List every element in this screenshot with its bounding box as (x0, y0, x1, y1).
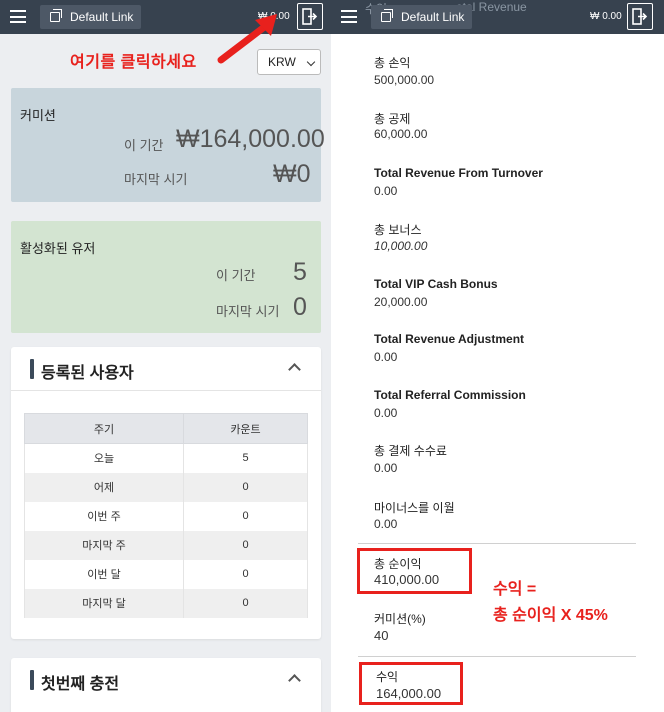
logout-icon (302, 8, 318, 25)
label-total-net-profit: 총 순이익 (374, 557, 422, 571)
external-link-icon (50, 9, 62, 22)
column-header-period: 주기 (24, 413, 184, 444)
count-cell: 0 (183, 530, 308, 560)
count-cell: 0 (183, 559, 308, 589)
value-commission-percent: 40 (374, 628, 389, 643)
count-cell: 5 (183, 443, 308, 473)
table-row: 오늘 5 (24, 443, 308, 473)
label-total-pnl: 총 손익 (374, 56, 411, 70)
chevron-up-icon[interactable] (288, 674, 301, 687)
registered-users-header[interactable]: 등록된 사용자 (11, 347, 321, 391)
logout-button[interactable] (297, 3, 323, 30)
formula-line-2: 총 순이익 X 45% (493, 607, 608, 624)
commission-last-value: ₩0 (273, 160, 311, 188)
balance-display: ₩ 0.00 (590, 11, 622, 22)
right-screen: 수익 otal Revenue Default Link ₩ 0.00 총 손익… (331, 0, 664, 712)
active-users-title: 활성화된 유저 (20, 241, 96, 256)
count-cell: 0 (183, 501, 308, 531)
commission-last-label: 마지막 시기 (124, 172, 188, 187)
value-vip-cash-bonus: 20,000.00 (374, 295, 428, 309)
formula-annotation: 수익 = 총 순이익 X 45% (493, 577, 608, 629)
divider (358, 656, 636, 657)
default-link-label: Default Link (70, 10, 134, 24)
label-revenue-from-turnover: Total Revenue From Turnover (374, 166, 543, 180)
period-cell: 이번 주 (24, 501, 184, 531)
label-revenue-adjustment: Total Revenue Adjustment (374, 332, 525, 346)
currency-select[interactable]: KRW (257, 49, 321, 75)
value-referral-commission: 0.00 (374, 406, 398, 420)
chevron-down-icon (306, 57, 316, 67)
value-total-bonus: 10,000.00 (374, 239, 428, 253)
commission-title: 커미션 (20, 108, 56, 123)
label-vip-cash-bonus: Total VIP Cash Bonus (374, 277, 498, 291)
commission-period-label: 이 기간 (124, 138, 164, 153)
count-cell: 0 (183, 472, 308, 502)
column-header-count: 카운트 (183, 413, 308, 444)
label-revenue: 수익 (376, 670, 399, 684)
currency-selected-value: KRW (268, 55, 296, 69)
period-cell: 어제 (24, 472, 184, 502)
value-payment-fee: 0.00 (374, 461, 398, 475)
period-cell: 오늘 (24, 443, 184, 473)
registered-users-panel: 등록된 사용자 주기 카운트 오늘 5 어제 0 이번 주0 마지막 주0 이번 달… (11, 347, 321, 639)
value-total-deduction: 60,000.00 (374, 127, 428, 141)
value-revenue-adjustment: 0.00 (374, 350, 398, 364)
external-link-icon (381, 9, 393, 22)
value-carry-over-minus: 0.00 (374, 517, 398, 531)
active-users-card: 활성화된 유저 이 기간 5 마지막 시기 0 (11, 221, 321, 333)
table-row: 이번 주0 (24, 501, 308, 531)
registered-users-table: 주기 카운트 오늘 5 어제 0 이번 주0 마지막 주0 이번 달0 마지막 달0 (24, 413, 308, 618)
value-total-pnl: 500,000.00 (374, 73, 435, 87)
active-users-period-value: 5 (293, 258, 307, 286)
accent-bar (30, 359, 34, 379)
first-charge-header[interactable]: 첫번째 충전 (11, 658, 321, 702)
active-users-last-value: 0 (293, 293, 307, 321)
table-row: 이번 달0 (24, 559, 308, 589)
value-total-net-profit: 410,000.00 (374, 572, 440, 587)
period-cell: 마지막 달 (24, 588, 184, 618)
count-cell: 0 (183, 588, 308, 618)
period-cell: 마지막 주 (24, 530, 184, 560)
value-revenue: 164,000.00 (376, 686, 442, 701)
label-total-bonus: 총 보너스 (374, 223, 422, 237)
default-link-button[interactable]: Default Link (40, 5, 142, 29)
table-row: 마지막 주0 (24, 530, 308, 560)
default-link-button[interactable]: Default Link (371, 5, 473, 29)
default-link-label: Default Link (401, 10, 465, 24)
active-users-period-label: 이 기간 (216, 268, 256, 283)
table-header-row: 주기 카운트 (24, 413, 308, 444)
table-row: 어제 0 (24, 472, 308, 502)
registered-users-title: 등록된 사용자 (41, 365, 134, 382)
label-referral-commission: Total Referral Commission (374, 388, 526, 402)
hamburger-menu-icon[interactable] (341, 10, 357, 23)
commission-period-value: ₩164,000.00 (176, 125, 325, 153)
left-screen: Default Link ₩ 0.00 여기를 클릭하세요 KRW 커미션 이 … (0, 0, 331, 712)
label-total-deduction: 총 공제 (374, 112, 411, 126)
value-revenue-from-turnover: 0.00 (374, 184, 398, 198)
logout-icon (632, 8, 648, 25)
commission-card: 커미션 이 기간 ₩164,000.00 마지막 시기 ₩0 (11, 88, 325, 202)
first-charge-panel: 첫번째 충전 (11, 658, 321, 712)
top-bar: 수익 otal Revenue Default Link ₩ 0.00 (331, 0, 664, 34)
label-payment-fee: 총 결제 수수료 (374, 444, 447, 458)
table-row: 마지막 달0 (24, 588, 308, 618)
click-here-annotation: 여기를 클릭하세요 (70, 54, 197, 71)
period-cell: 이번 달 (24, 559, 184, 589)
hamburger-menu-icon[interactable] (10, 10, 26, 23)
logout-button[interactable] (627, 3, 653, 30)
first-charge-title: 첫번째 충전 (41, 676, 120, 693)
label-carry-over-minus: 마이너스를 이월 (374, 501, 455, 515)
active-users-last-label: 마지막 시기 (216, 304, 280, 319)
divider (358, 543, 636, 544)
chevron-up-icon[interactable] (288, 363, 301, 376)
accent-bar (30, 670, 34, 690)
label-commission-percent: 커미션(%) (374, 612, 426, 626)
formula-line-1: 수익 = (493, 581, 537, 598)
